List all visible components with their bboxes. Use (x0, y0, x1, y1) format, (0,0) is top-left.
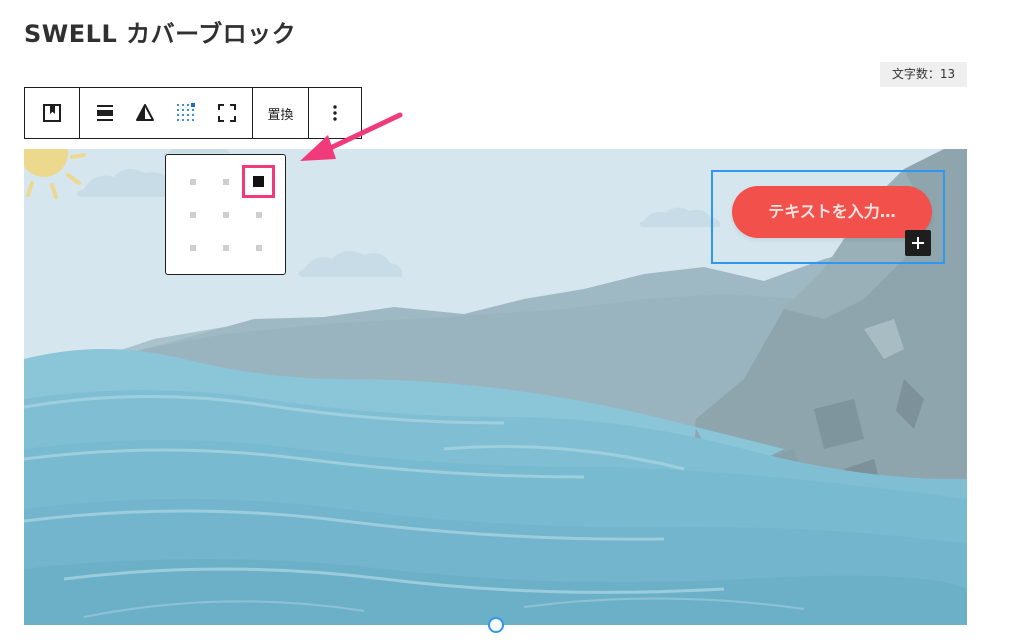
page-title: SWELL カバーブロック (24, 20, 297, 48)
align-full-width-button[interactable] (87, 88, 123, 138)
position-bottom-left[interactable] (176, 231, 209, 264)
position-top-left[interactable] (176, 165, 209, 198)
content-position-button[interactable] (168, 88, 204, 138)
position-top-right[interactable] (242, 165, 275, 198)
annotation-arrow-icon (300, 112, 403, 161)
fullscreen-toggle-button[interactable] (209, 88, 245, 138)
cover-button-placeholder[interactable]: テキストを入力… (732, 186, 932, 238)
position-bottom-center[interactable] (209, 231, 242, 264)
content-position-picker (165, 154, 286, 275)
position-bottom-right[interactable] (242, 231, 275, 264)
position-center-right[interactable] (242, 198, 275, 231)
add-block-button[interactable] (905, 230, 931, 256)
block-type-button[interactable] (34, 88, 70, 138)
position-center-center[interactable] (209, 198, 242, 231)
character-count-badge: 文字数：13 (880, 62, 967, 87)
editor-canvas: SWELL カバーブロック 文字数：13 置換 テキストを入力… (0, 0, 1024, 644)
position-top-center[interactable] (209, 165, 242, 198)
toolbar-group-layout (78, 88, 252, 138)
align-full-width-icon (96, 105, 113, 121)
duotone-filter-button[interactable] (127, 88, 163, 138)
bookmark-block-icon (42, 104, 61, 122)
fullscreen-frame-icon (217, 104, 236, 122)
resize-handle[interactable] (488, 617, 504, 633)
contrast-duotone-icon (136, 104, 155, 121)
content-position-grid-icon (177, 103, 195, 121)
plus-icon (912, 237, 924, 249)
position-center-left[interactable] (176, 198, 209, 231)
toolbar-group-block-type (25, 88, 79, 138)
